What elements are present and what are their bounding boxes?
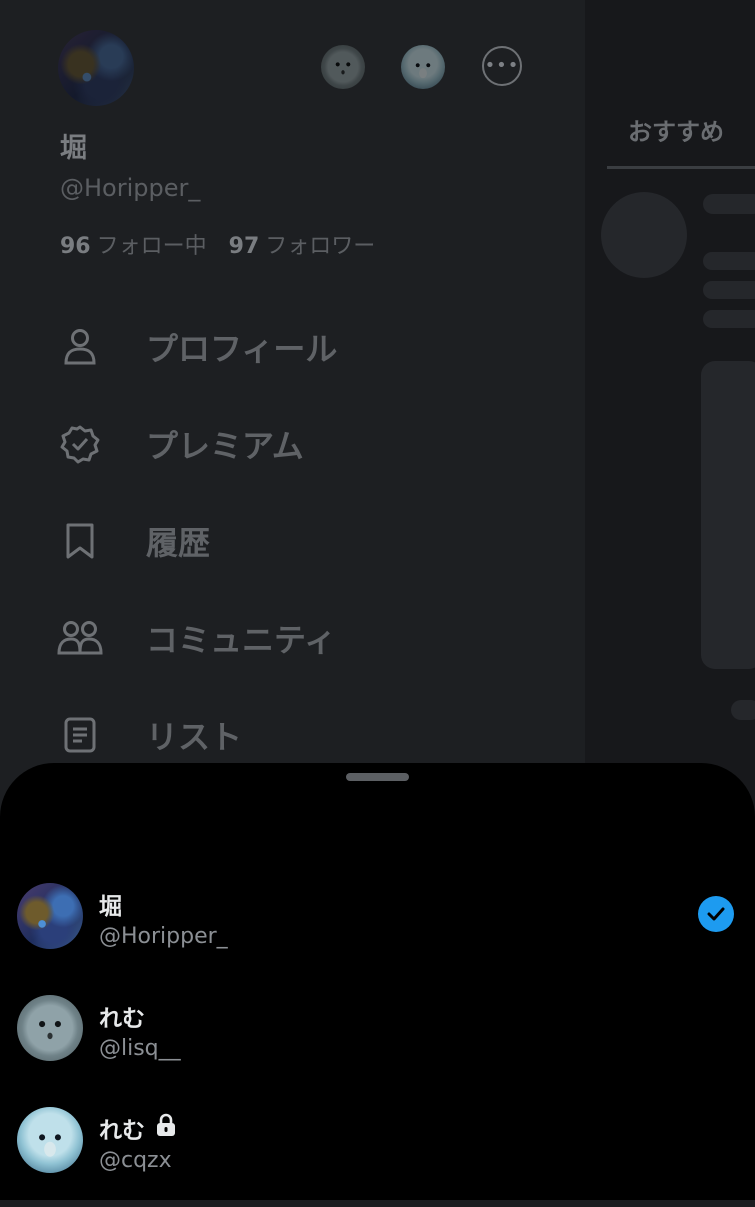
follow-stats: 96 フォロー中 97 フォロワー [60,228,375,260]
followers-count: 97 [228,234,260,259]
placeholder-avatar [601,192,687,278]
avatar [17,1107,83,1173]
avatar [17,995,83,1061]
following-label: フォロー中 [96,234,207,259]
person-icon [56,323,104,371]
placeholder-line [703,310,755,328]
following-link[interactable]: 96 フォロー中 [60,228,207,260]
lock-icon [155,1113,177,1143]
sheet-grabber[interactable] [346,773,409,781]
placeholder-media [701,361,755,669]
menu-item-history[interactable]: 履歴 [56,511,210,571]
account-handle: @cqzx [99,1148,172,1173]
menu-item-communities[interactable]: コミュニティ [56,608,336,668]
bookmark-icon [56,517,104,565]
current-account-avatar[interactable] [58,30,134,106]
menu-item-label: 履歴 [146,524,211,562]
placeholder-line [703,252,755,270]
profile-handle: @Horipper_ [60,174,201,202]
account-name: れむ [99,1006,145,1032]
placeholder-line [731,700,755,720]
following-count: 96 [60,234,91,259]
followers-link[interactable]: 97 フォロワー [229,228,376,260]
menu-item-profile[interactable]: プロフィール [56,317,337,377]
menu-item-label: リスト [146,718,243,756]
more-accounts-button[interactable]: ••• [482,46,522,86]
list-icon [56,711,104,759]
account-row[interactable]: 堀 @Horipper_ [0,883,755,983]
placeholder-line [703,281,755,299]
menu-item-label: プロフィール [146,330,338,368]
more-icon: ••• [484,55,520,76]
account-switcher-sheet: 堀 @Horipper_ れむ @lisq__ れむ @cqzx [0,763,755,1200]
menu-item-label: プレミアム [146,427,304,465]
menu-item-label: コミュニティ [146,621,337,659]
account-row[interactable]: れむ @lisq__ [0,995,755,1095]
account-handle: @lisq__ [99,1036,181,1061]
placeholder-line [703,194,755,214]
followers-label: フォロワー [265,234,376,259]
account-name: 堀 [99,894,122,920]
avatar [17,883,83,949]
tab-for-you[interactable]: おすすめ [628,112,724,147]
menu-item-lists[interactable]: リスト [56,705,242,765]
tab-underline [607,166,755,169]
profile-name: 堀 [60,133,87,164]
menu-item-premium[interactable]: プレミアム [56,414,304,474]
account-handle: @Horipper_ [99,924,228,949]
switch-account-avatar-cqzx[interactable] [401,45,445,89]
account-row[interactable]: れむ @cqzx [0,1107,755,1207]
verified-badge-icon [56,420,104,468]
account-name: れむ [99,1118,145,1144]
people-icon [56,614,104,662]
selected-check-icon [698,896,734,932]
switch-account-avatar-lisq[interactable] [321,45,365,89]
